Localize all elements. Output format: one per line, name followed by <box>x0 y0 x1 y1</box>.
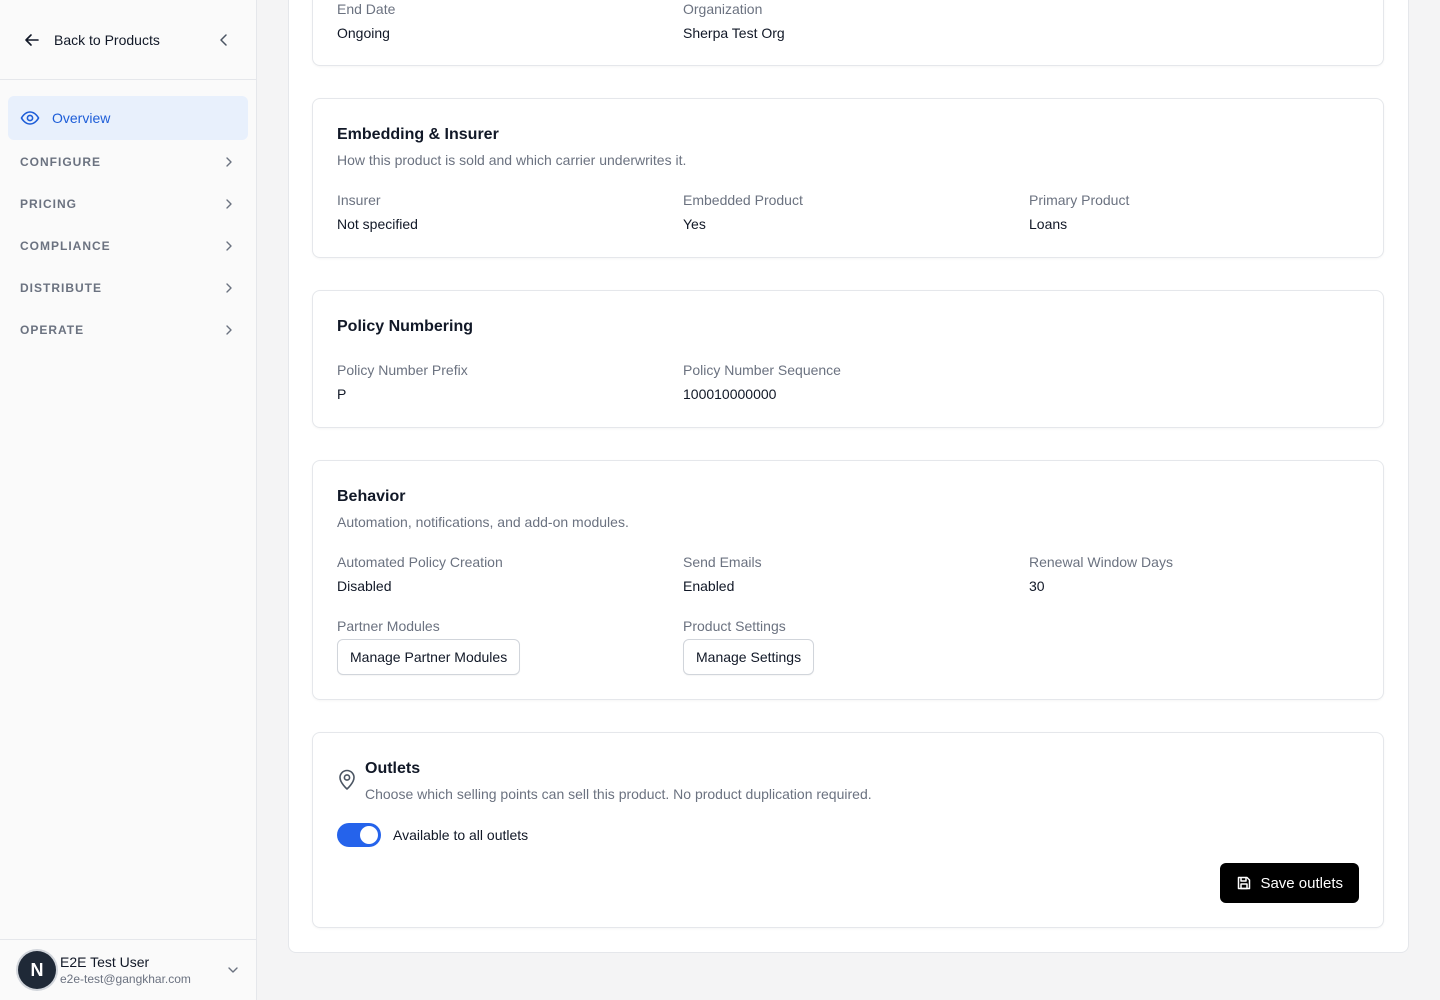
chevron-right-icon <box>226 283 232 293</box>
field-value: Disabled <box>337 578 392 594</box>
partner-modules-field: Partner Modules Manage Partner Modules <box>337 617 521 675</box>
insurer-field: Insurer Not specified <box>337 191 418 233</box>
section-label: CONFIGURE <box>20 155 101 169</box>
back-to-products-link[interactable]: Back to Products <box>22 30 160 50</box>
card-subtitle: Automation, notifications, and add-on mo… <box>337 514 629 530</box>
field-value: 30 <box>1029 578 1045 594</box>
field-label: Renewal Window Days <box>1029 554 1173 570</box>
save-icon <box>1238 876 1251 890</box>
user-email: e2e-test@gangkhar.com <box>60 972 191 986</box>
policy-prefix-field: Policy Number Prefix P <box>337 361 468 403</box>
send-emails-field: Send Emails Enabled <box>683 553 762 595</box>
end-date-field: End Date Ongoing <box>337 0 395 42</box>
chevron-right-icon <box>226 199 232 209</box>
user-name: E2E Test User <box>60 954 150 970</box>
field-label: Policy Number Sequence <box>683 362 841 378</box>
all-outlets-toggle-row: Available to all outlets <box>337 823 528 847</box>
avatar: N <box>18 951 56 989</box>
all-outlets-toggle[interactable] <box>337 823 381 847</box>
outlets-card: Outlets Choose which selling points can … <box>312 732 1384 928</box>
card-title: Policy Numbering <box>337 318 474 335</box>
behavior-card: Behavior Automation, notifications, and … <box>312 460 1384 700</box>
sidebar-item-overview[interactable]: Overview <box>8 96 248 140</box>
map-pin-icon <box>339 769 355 790</box>
section-label: DISTRIBUTE <box>20 281 102 295</box>
field-value: Sherpa Test Org <box>683 25 785 41</box>
toggle-knob <box>360 826 378 844</box>
sidebar-section-operate[interactable]: OPERATE <box>8 310 248 350</box>
sidebar-section-compliance[interactable]: COMPLIANCE <box>8 226 248 266</box>
field-label: Automated Policy Creation <box>337 554 503 570</box>
field-label: Partner Modules <box>337 618 440 634</box>
policy-sequence-field: Policy Number Sequence 100010000000 <box>683 361 841 403</box>
organization-field: Organization Sherpa Test Org <box>683 0 785 42</box>
section-label: COMPLIANCE <box>20 239 111 253</box>
card-title: Outlets <box>365 760 421 777</box>
general-info-card: End Date Ongoing Organization Sherpa Tes… <box>312 0 1384 66</box>
save-outlets-label: Save outlets <box>1260 874 1343 892</box>
field-value: Enabled <box>683 578 735 594</box>
section-label: OPERATE <box>20 323 85 337</box>
field-label: Insurer <box>337 192 381 208</box>
sidebar-section-pricing[interactable]: PRICING <box>8 184 248 224</box>
field-label: Send Emails <box>683 554 762 570</box>
chevron-left-icon <box>220 33 227 46</box>
field-value: Ongoing <box>337 25 390 41</box>
embedding-insurer-card: Embedding & Insurer How this product is … <box>312 98 1384 258</box>
field-label: Primary Product <box>1029 192 1130 208</box>
chevron-right-icon <box>226 157 232 167</box>
sidebar-section-configure[interactable]: CONFIGURE <box>8 142 248 182</box>
policy-numbering-card: Policy Numbering Policy Number Prefix P … <box>312 290 1384 428</box>
field-label: End Date <box>337 1 396 17</box>
chevron-down-icon <box>228 967 238 973</box>
manage-settings-button[interactable]: Manage Settings <box>683 639 815 675</box>
field-value: Loans <box>1029 216 1068 232</box>
field-value: Yes <box>683 216 706 232</box>
user-menu[interactable]: N E2E Test User e2e-test@gangkhar.com <box>0 939 256 1000</box>
sidebar-nav: Overview CONFIGURE PRICING COMPLIANCE DI… <box>0 80 256 350</box>
chevron-right-icon <box>226 325 232 335</box>
save-outlets-button[interactable]: Save outlets <box>1220 863 1359 903</box>
field-label: Embedded Product <box>683 192 803 208</box>
eye-icon <box>20 111 40 125</box>
arrow-left-icon <box>25 33 39 46</box>
user-info: E2E Test User e2e-test@gangkhar.com <box>60 953 191 987</box>
field-value: 100010000000 <box>683 386 777 402</box>
automated-policy-field: Automated Policy Creation Disabled <box>337 553 503 595</box>
card-title: Behavior <box>337 488 406 505</box>
section-label: PRICING <box>20 197 78 211</box>
field-value: P <box>337 386 347 402</box>
sidebar-item-label: Overview <box>52 110 111 126</box>
product-settings-field: Product Settings Manage Settings <box>683 617 815 675</box>
card-title: Embedding & Insurer <box>337 126 499 143</box>
primary-product-field: Primary Product Loans <box>1029 191 1129 233</box>
embedded-product-field: Embedded Product Yes <box>683 191 803 233</box>
card-subtitle: Choose which selling points can sell thi… <box>365 786 872 802</box>
manage-partner-modules-button[interactable]: Manage Partner Modules <box>337 639 521 675</box>
collapse-sidebar-button[interactable] <box>212 28 236 52</box>
sidebar: Back to Products Overview CONFIGURE PRIC… <box>0 0 257 1000</box>
toggle-label: Available to all outlets <box>393 827 529 843</box>
field-value: Not specified <box>337 216 418 232</box>
back-to-products-label: Back to Products <box>54 31 160 48</box>
field-label: Product Settings <box>683 618 786 634</box>
sidebar-section-distribute[interactable]: DISTRIBUTE <box>8 268 248 308</box>
chevron-right-icon <box>226 241 232 251</box>
field-label: Organization <box>683 1 763 17</box>
field-label: Policy Number Prefix <box>337 362 468 378</box>
renewal-window-field: Renewal Window Days 30 <box>1029 553 1173 595</box>
sidebar-header: Back to Products <box>0 0 256 80</box>
card-subtitle: How this product is sold and which carri… <box>337 152 687 168</box>
